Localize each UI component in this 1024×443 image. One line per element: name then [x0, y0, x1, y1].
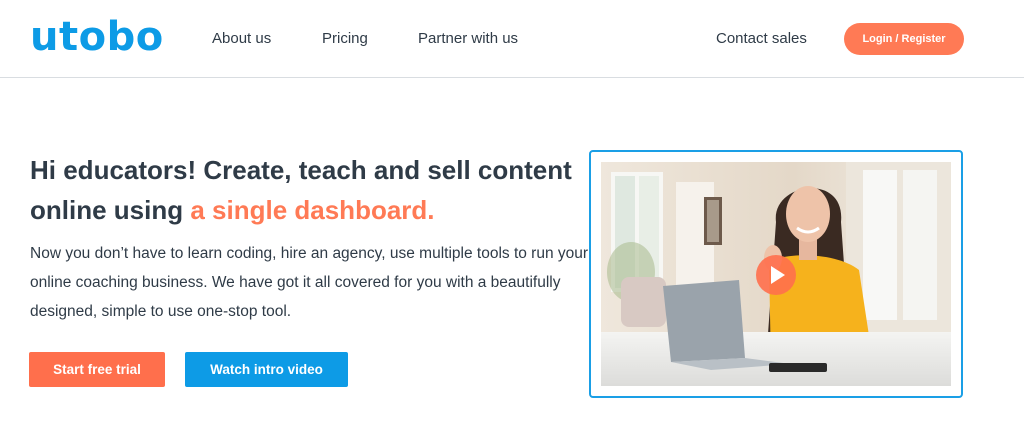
nav-about-us[interactable]: About us — [212, 30, 271, 47]
nav-pricing[interactable]: Pricing — [322, 30, 368, 47]
site-header: utobo About us Pricing Partner with us C… — [0, 0, 1024, 78]
hero-headline-accent: a single dashboard. — [190, 195, 435, 225]
start-free-trial-button[interactable]: Start free trial — [29, 352, 165, 387]
watch-intro-video-button[interactable]: Watch intro video — [185, 352, 348, 387]
intro-video-card — [589, 150, 963, 398]
play-icon[interactable] — [756, 255, 796, 295]
nav-contact-sales[interactable]: Contact sales — [716, 30, 807, 47]
login-register-button[interactable]: Login / Register — [844, 23, 964, 55]
intro-video-thumbnail[interactable] — [601, 162, 951, 386]
hero-headline: Hi educators! Create, teach and sell con… — [30, 150, 590, 230]
hero-description: Now you don’t have to learn coding, hire… — [30, 245, 589, 320]
utobo-logo[interactable]: utobo — [30, 12, 164, 62]
nav-partner-with-us[interactable]: Partner with us — [418, 30, 518, 47]
